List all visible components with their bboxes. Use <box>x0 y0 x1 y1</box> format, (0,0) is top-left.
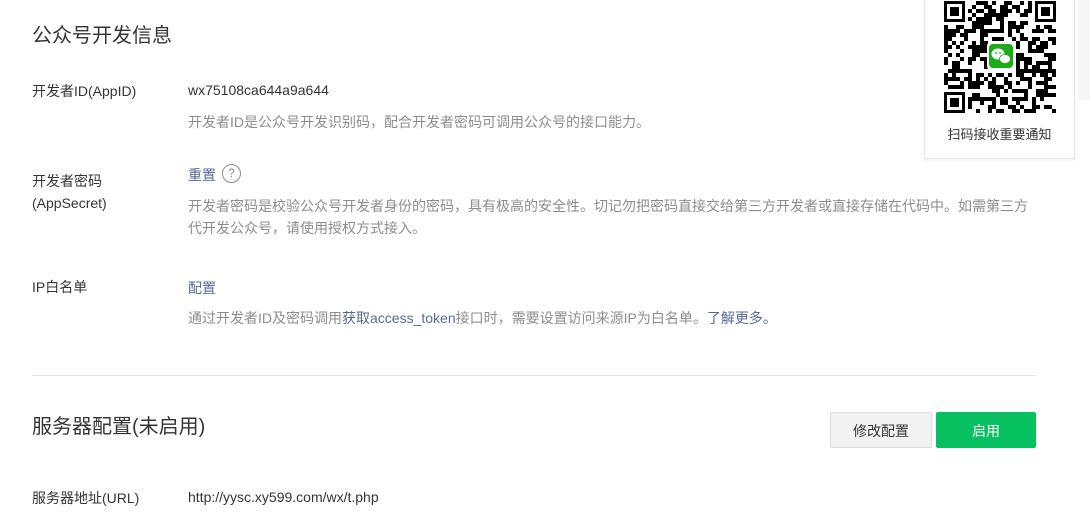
question-circle-icon[interactable]: ? <box>222 164 241 183</box>
appsecret-label-line2: (AppSecret) <box>32 195 107 211</box>
appsecret-description-line1: 开发者密码是校验公众号开发者身份的密码，具有极高的安全性。切记勿把密码直接交给第… <box>188 198 1028 214</box>
server-url-label: 服务器地址(URL) <box>32 490 140 506</box>
appid-label: 开发者ID(AppID) <box>32 83 137 99</box>
appsecret-description: 开发者密码是校验公众号开发者身份的密码，具有极高的安全性。切记勿把密码直接交给第… <box>188 195 1028 239</box>
learn-more-link[interactable]: 了解更多。 <box>707 310 777 326</box>
ip-whitelist-description: 通过开发者ID及密码调用获取access_token接口时，需要设置访问来源IP… <box>188 307 777 329</box>
configure-ip-link[interactable]: 配置 <box>188 278 216 298</box>
server-url-value: http://yysc.xy599.com/wx/t.php <box>188 489 379 505</box>
qr-notification-card: 扫码接收重要通知 <box>924 0 1075 159</box>
appid-description: 开发者ID是公众号开发识别码，配合开发者密码可调用公众号的接口能力。 <box>188 114 650 130</box>
ip-desc-prefix: 通过开发者ID及密码调用 <box>188 310 342 326</box>
section-title-dev-info: 公众号开发信息 <box>32 25 172 47</box>
appsecret-description-line2: 代开发公众号，请使用授权方式接入。 <box>188 220 426 236</box>
reset-secret-link[interactable]: 重置 <box>188 165 216 185</box>
scrollbar-track[interactable] <box>1078 0 1090 100</box>
appsecret-label-line1: 开发者密码 <box>32 173 102 189</box>
section-divider <box>32 375 1036 376</box>
section-title-server-config: 服务器配置(未启用) <box>32 416 206 438</box>
ip-desc-middle: 接口时，需要设置访问来源IP为白名单。 <box>455 310 707 326</box>
enable-button[interactable]: 启用 <box>936 412 1036 448</box>
qr-code-image <box>944 1 1056 113</box>
ip-whitelist-label: IP白名单 <box>32 279 88 295</box>
appsecret-label: 开发者密码 (AppSecret) <box>32 170 107 214</box>
appid-value: wx75108ca644a9a644 <box>188 82 329 98</box>
qr-caption: 扫码接收重要通知 <box>947 127 1052 142</box>
access-token-link[interactable]: 获取access_token <box>342 310 456 326</box>
modify-config-button[interactable]: 修改配置 <box>830 412 932 448</box>
